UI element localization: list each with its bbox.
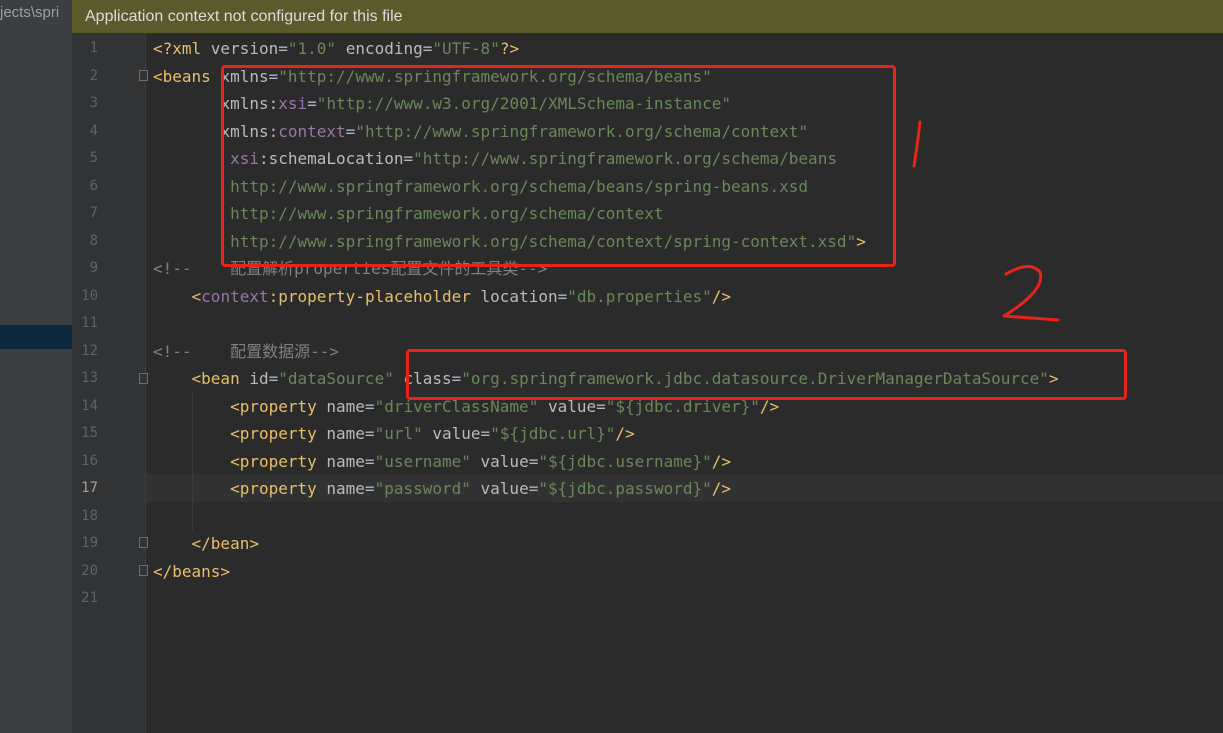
annotation-marks <box>912 120 1060 322</box>
annotation-mark-1 <box>912 120 922 168</box>
annotation-mark-2 <box>1002 265 1060 322</box>
